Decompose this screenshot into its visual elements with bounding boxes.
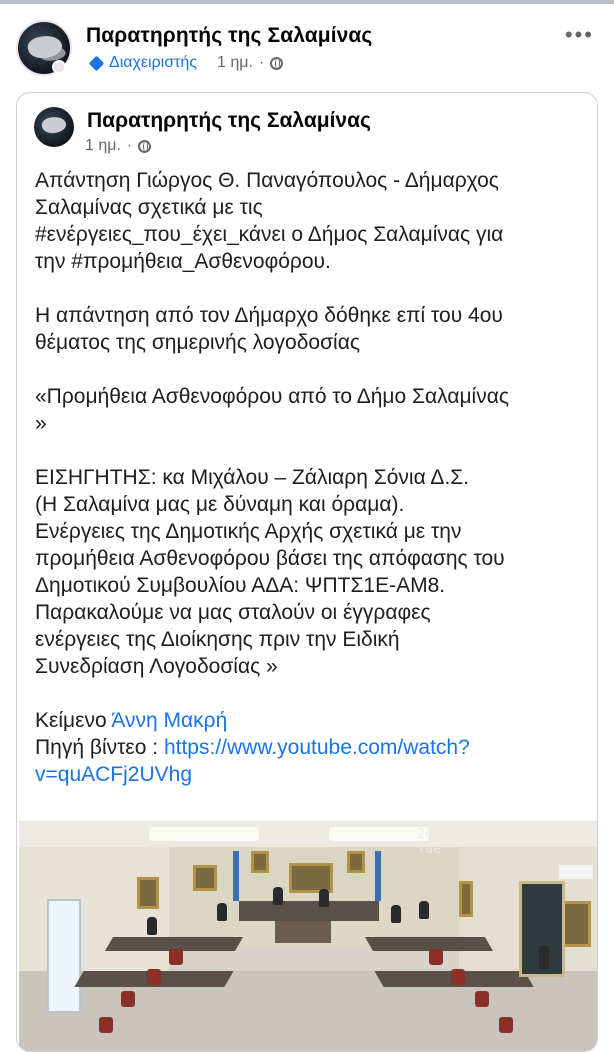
video-scene-person: [273, 887, 283, 905]
video-scene-painting: [193, 865, 217, 891]
globe-icon: [270, 56, 284, 70]
post-time[interactable]: 1 ημ.: [217, 54, 253, 72]
post-author-name[interactable]: Παρατηρητής της Σαλαμίνας: [86, 24, 372, 48]
video-scene-person: [147, 917, 157, 935]
video-scene-chair: [499, 1017, 513, 1033]
video-scene-person: [539, 945, 549, 969]
video-source-label: Πηγή βίντεο :: [35, 736, 164, 759]
more-horizontal-icon[interactable]: •••: [565, 24, 594, 46]
text-line: Η απάντηση από τον Δήμαρχο δόθηκε επί το…: [35, 304, 503, 327]
text-line: Σαλαμίνας σχετικά με τις: [35, 196, 263, 219]
text-line: Απάντηση Γιώργος Θ. Παναγόπουλος - Δήμαρ…: [35, 169, 499, 192]
text-line: Παρακαλούμε να μας σταλούν οι έγγραφες: [35, 601, 431, 624]
meta-separator: ·: [258, 54, 265, 71]
post-meta: Διαχειριστής 1 ημ. ·: [88, 54, 284, 72]
admin-badge[interactable]: Διαχειριστής: [88, 54, 197, 72]
text-line: προμήθεια Ασθενοφόρου βάσει της απόφασης…: [35, 547, 505, 570]
video-scene-portrait: [251, 851, 269, 873]
text-line: «Προμήθεια Ασθενοφόρου από το Δήμο Σαλαμ…: [35, 385, 509, 408]
globe-icon: [138, 139, 152, 153]
video-scene-person: [319, 889, 329, 907]
admin-diamond-icon: [88, 55, 105, 71]
post-body-text: Απάντηση Γιώργος Θ. Παναγόπουλος - Δήμαρ…: [35, 167, 591, 788]
video-scene-door: [47, 899, 81, 1013]
text-line: θέματος της σημερινής λογοδοσίας: [35, 331, 360, 354]
text-line: »: [35, 412, 47, 435]
text-credit-label: Κείμενο: [35, 709, 112, 732]
video-scene-person: [217, 903, 227, 921]
video-scene-podium: [239, 901, 379, 921]
shared-page-avatar[interactable]: [34, 107, 74, 147]
video-scene-ac-unit: [559, 865, 593, 879]
text-line: Ενέργειες της Δημοτικής Αρχής σχετικά με…: [35, 520, 462, 543]
shared-post-author-name[interactable]: Παρατηρητής της Σαλαμίνας: [87, 109, 371, 133]
youtube-link[interactable]: https://www.youtube.com/watch?: [164, 736, 470, 759]
video-scene-painting: [459, 881, 473, 917]
avatar-status-dot: [52, 60, 66, 74]
author-mention-link[interactable]: Άννη Μακρή: [111, 709, 227, 732]
text-line: Συνεδρίαση Λογοδοσίας »: [35, 655, 278, 678]
video-scene-chair: [147, 969, 161, 985]
video-thumbnail[interactable]: 2020-02-24 19:42:57 Tue: [19, 821, 597, 1051]
shared-post-card[interactable]: Παρατηρητής της Σαλαμίνας 1 ημ. · Απάντη…: [16, 92, 598, 1052]
video-scene-chair: [169, 949, 183, 965]
text-line: ΕΙΣΗΓΗΤΗΣ: κα Μιχάλου – Ζάλιαρη Σόνια Δ.…: [35, 466, 470, 489]
video-scene-chair: [99, 1017, 113, 1033]
video-scene-chair: [121, 991, 135, 1007]
video-scene-flag: [233, 851, 239, 901]
admin-label: Διαχειριστής: [109, 54, 198, 71]
video-scene-painting: [137, 877, 159, 909]
shared-post-time[interactable]: 1 ημ.: [85, 137, 121, 155]
video-scene-chair: [429, 949, 443, 965]
text-credit-line: Κείμενο Άννη Μακρή: [35, 707, 591, 734]
video-source-line: Πηγή βίντεο : https://www.youtube.com/wa…: [35, 734, 591, 761]
video-scene-center-table: [275, 921, 331, 943]
text-line: Δημοτικού Συμβουλίου ΑΔΑ: ΨΠΤΣ1Ε-ΑΜ8.: [35, 574, 446, 597]
video-scene-chair: [475, 991, 489, 1007]
youtube-link-continued[interactable]: v=quACFj2UVhg: [35, 761, 591, 788]
video-scene-chair: [451, 969, 465, 985]
video-scene-flag: [375, 851, 381, 901]
video-scene-portrait: [347, 851, 365, 873]
video-scene-person: [419, 901, 429, 919]
video-timestamp-overlay: 2020-02-24 19:42:57 Tue: [417, 827, 570, 857]
video-scene-person: [391, 905, 401, 923]
top-divider: [0, 0, 614, 4]
text-line: την #προμήθεια_Ασθενοφόρου.: [35, 250, 331, 273]
text-line: #ενέργειες_που_έχει_κάνει ο Δήμος Σαλαμί…: [35, 223, 504, 246]
shared-post-meta: 1 ημ. ·: [85, 137, 152, 155]
text-line: (Η Σαλαμίνα μας με δύναμη και όραμα).: [35, 493, 405, 516]
text-line: ενέργειες της Διοίκησης πριν την Ειδική: [35, 628, 400, 651]
meta-separator: ·: [126, 137, 133, 154]
